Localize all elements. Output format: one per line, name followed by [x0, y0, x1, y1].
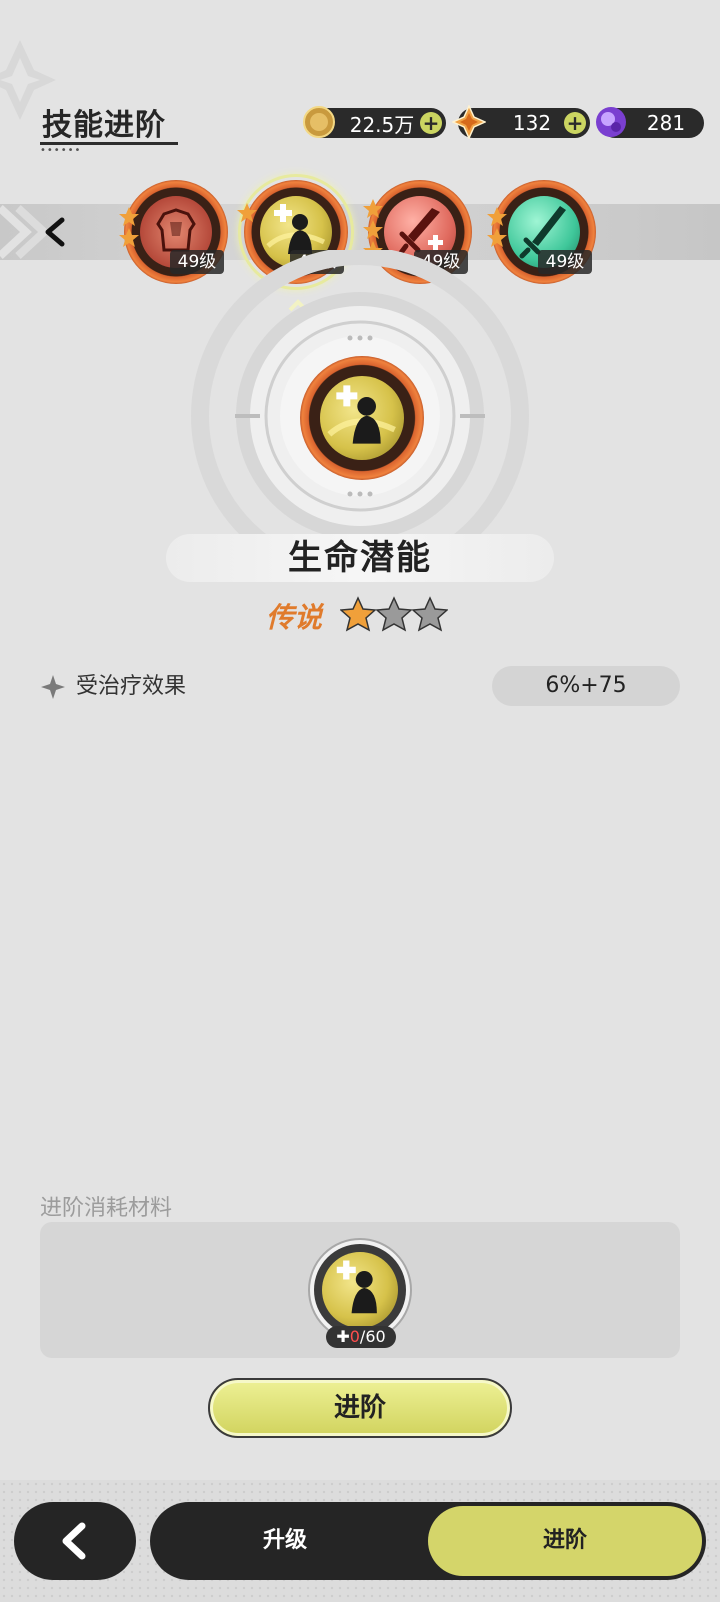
- star-rank-icon: [237, 203, 257, 222]
- orange-crystal-icon: [452, 105, 486, 139]
- attribute-label: 受治疗效果: [76, 674, 187, 699]
- material-count: ✚0/60: [326, 1326, 396, 1348]
- heal-figure-icon: [327, 385, 396, 444]
- page-title: 技能进阶: [42, 108, 166, 143]
- back-arrow-icon: [62, 1522, 86, 1560]
- gold-value: 22.5万: [349, 112, 415, 137]
- star-empty-icon: [376, 596, 412, 632]
- material-need: /60: [359, 1327, 386, 1346]
- materials-title: 进阶消耗材料: [40, 1196, 173, 1221]
- add-crystal-button[interactable]: +: [564, 112, 586, 134]
- selected-skill-emblem: [300, 356, 424, 480]
- crystal-value: 132: [512, 111, 552, 135]
- star-rank-icon: [119, 207, 139, 247]
- star-empty-icon: [412, 596, 448, 632]
- purple-gem-icon: [596, 107, 626, 137]
- plus-cross-icon: ✚: [336, 1327, 350, 1346]
- advance-button[interactable]: 进阶: [208, 1378, 512, 1438]
- currency-crystal: 132 +: [452, 105, 590, 139]
- bottom-tab-bar: 升级 进阶: [150, 1502, 706, 1580]
- add-gold-button[interactable]: +: [420, 112, 442, 134]
- currency-gold: 22.5万 +: [303, 106, 446, 138]
- title-dots-decoration: ••••••: [40, 145, 82, 156]
- back-button[interactable]: [14, 1502, 136, 1580]
- previous-skill-arrow-icon[interactable]: [40, 214, 70, 250]
- star-filled-icon: [340, 596, 376, 632]
- sparkle-icon: [41, 675, 65, 699]
- tab-advance[interactable]: 进阶: [428, 1506, 702, 1576]
- material-have: 0: [349, 1327, 360, 1346]
- skill-rarity: 传说: [266, 601, 323, 634]
- tab-upgrade[interactable]: 升级: [150, 1502, 420, 1580]
- skill-name: 生命潜能: [288, 538, 432, 578]
- gold-coin-icon: [303, 106, 335, 138]
- heal-figure-icon: [336, 1260, 377, 1314]
- star-rating: [340, 596, 448, 632]
- attribute-value: 6%+75: [545, 673, 627, 698]
- star-rank-icon: [487, 207, 507, 247]
- gem-value: 281: [646, 111, 686, 135]
- currency-gem: 281: [596, 107, 704, 138]
